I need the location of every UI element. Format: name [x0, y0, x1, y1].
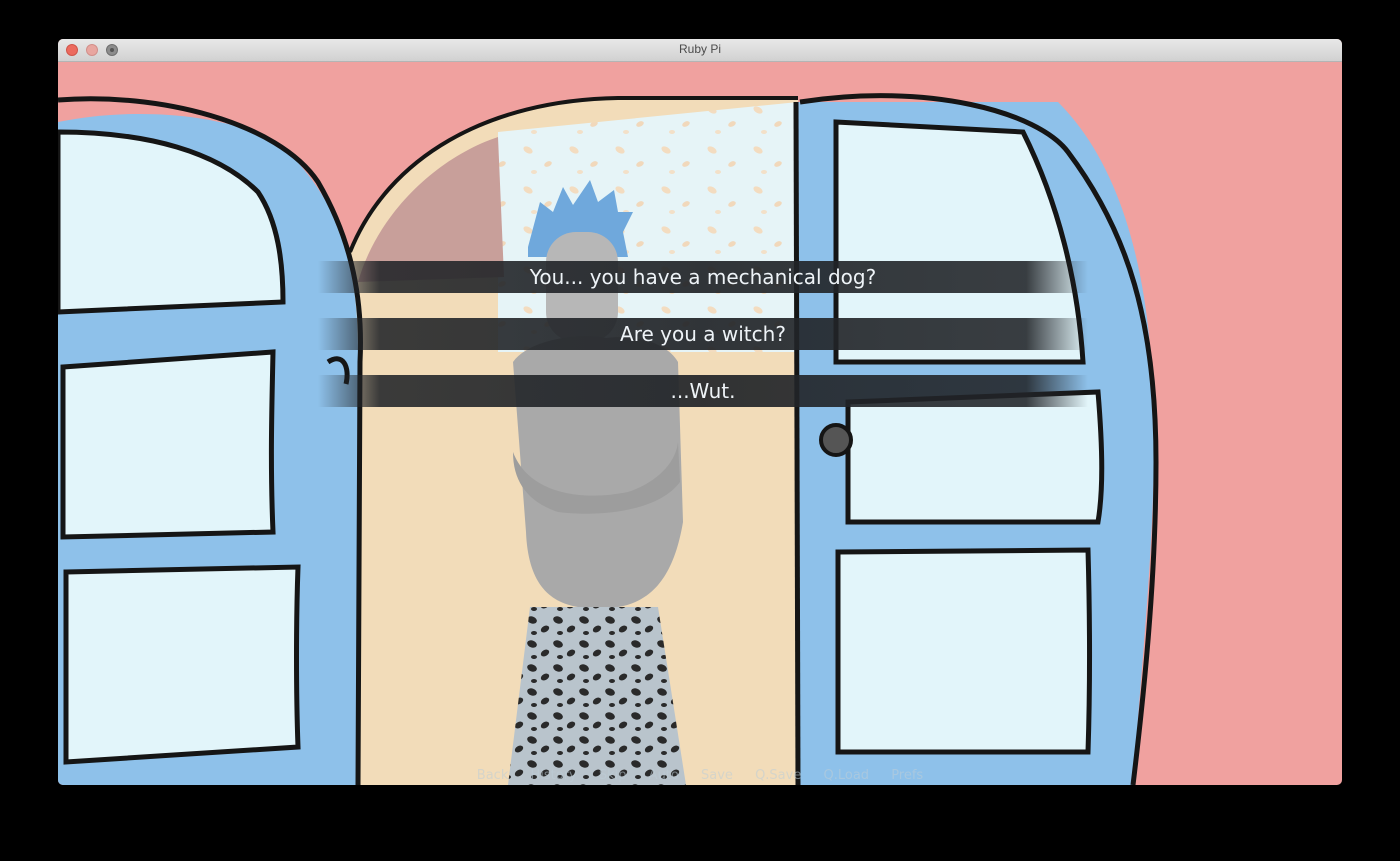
quick-menu-save[interactable]: Save: [701, 768, 733, 783]
quick-menu-auto[interactable]: Auto: [649, 768, 679, 783]
quick-menu-back[interactable]: Back: [477, 768, 509, 783]
quick-menu-skip[interactable]: Skip: [599, 768, 627, 783]
choice-option-3[interactable]: ...Wut.: [318, 375, 1088, 407]
title-bar[interactable]: Ruby Pi: [58, 39, 1342, 62]
quick-menu-qsave[interactable]: Q.Save: [755, 768, 801, 783]
background-art: [58, 93, 1159, 785]
game-scene[interactable]: You... you have a mechanical dog? Are yo…: [58, 62, 1342, 785]
choice-option-2[interactable]: Are you a witch?: [318, 318, 1088, 350]
game-window: Ruby Pi You... you have a mechanical dog…: [58, 39, 1342, 785]
window-title: Ruby Pi: [678, 42, 722, 56]
quick-menu-prefs[interactable]: Prefs: [891, 768, 923, 783]
quick-menu-qload[interactable]: Q.Load: [823, 768, 869, 783]
quick-menu-history[interactable]: History: [530, 768, 576, 783]
choice-option-1[interactable]: You... you have a mechanical dog?: [318, 261, 1088, 293]
quick-menu: Back History Skip Auto Save Q.Save Q.Loa…: [58, 768, 1342, 785]
